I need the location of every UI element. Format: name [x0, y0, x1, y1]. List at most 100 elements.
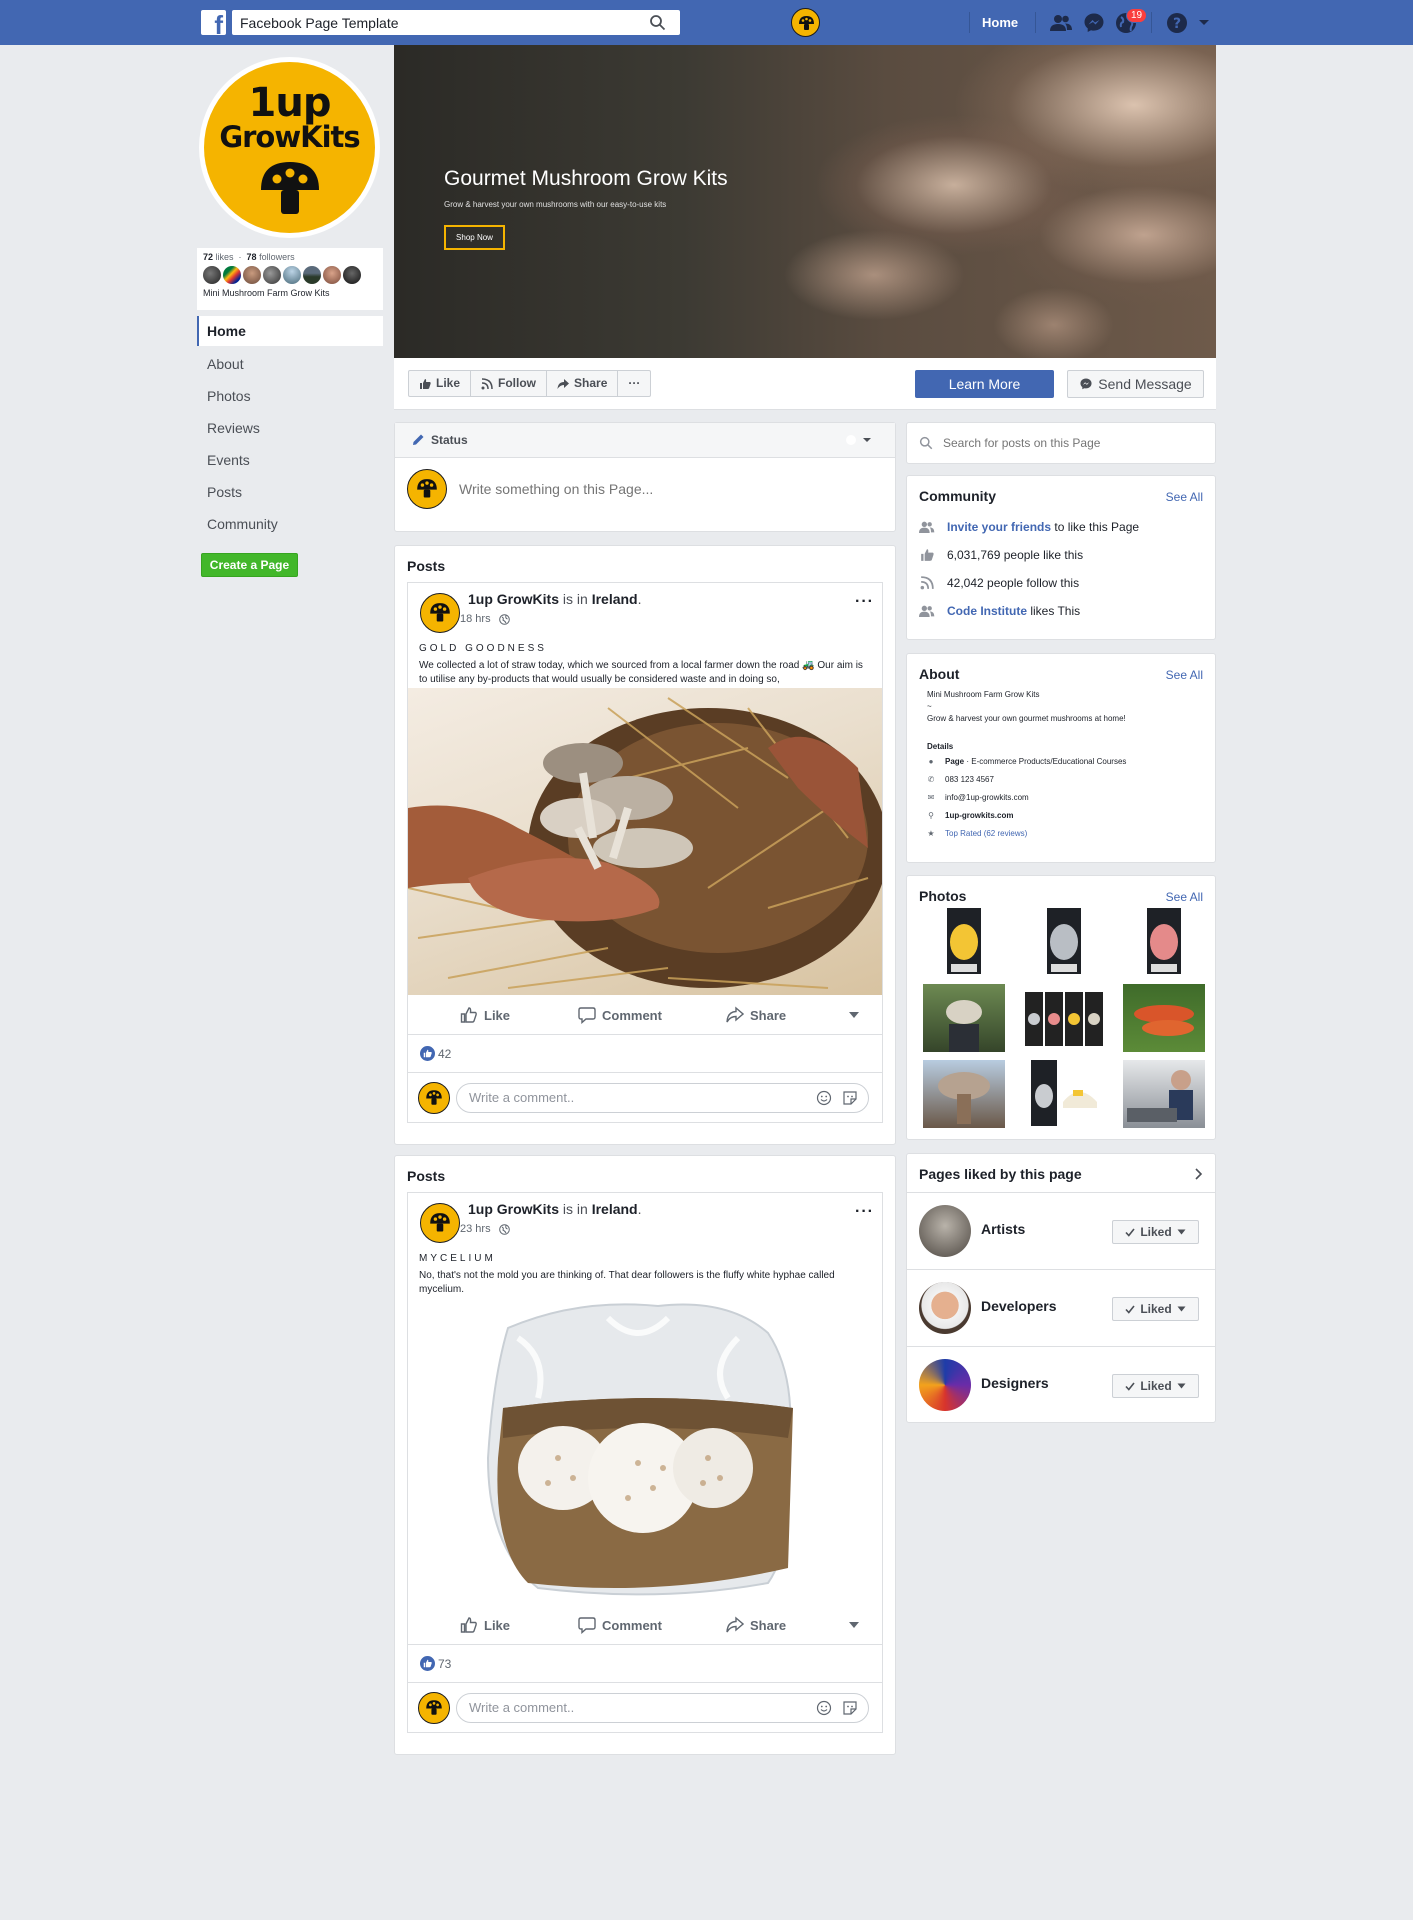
post-author-name[interactable]: 1up GrowKits — [468, 1201, 559, 1217]
photo-thumbnail[interactable] — [923, 908, 1005, 976]
liked-page-avatar[interactable] — [919, 1359, 971, 1411]
post-comment-button[interactable]: Comment — [578, 1006, 662, 1024]
page-more-button[interactable]: ··· — [618, 371, 650, 396]
post-author-name[interactable]: 1up GrowKits — [468, 591, 559, 607]
about-rating[interactable]: Top Rated (62 reviews) — [945, 829, 1027, 838]
nav-item-community[interactable]: Community — [197, 508, 383, 540]
liked-page-avatar[interactable] — [919, 1205, 971, 1257]
friend-link[interactable]: Code Institute — [947, 604, 1027, 618]
post-location[interactable]: Ireland — [592, 591, 638, 607]
post-author-avatar[interactable] — [420, 593, 460, 633]
post-like-button[interactable]: Like — [460, 1616, 510, 1634]
page-share-button[interactable]: Share — [547, 371, 619, 396]
chevron-down-icon[interactable] — [1198, 12, 1210, 32]
nav-item-events[interactable]: Events — [197, 444, 383, 476]
post-like-button[interactable]: Like — [460, 1006, 510, 1024]
liked-page-row: Artists Liked — [907, 1192, 1215, 1268]
liked-button[interactable]: Liked — [1112, 1297, 1199, 1321]
chevron-down-icon[interactable] — [848, 1621, 860, 1629]
cover-photo[interactable]: Gourmet Mushroom Grow Kits Grow & harves… — [394, 45, 1216, 358]
global-search-input[interactable] — [232, 10, 632, 35]
post-location[interactable]: Ireland — [592, 1201, 638, 1217]
comment-input[interactable]: Write a comment.. — [456, 1082, 869, 1113]
post-share-button[interactable]: Share — [726, 1006, 786, 1024]
friends-icon[interactable] — [1049, 11, 1073, 35]
nav-item-reviews[interactable]: Reviews — [197, 412, 383, 444]
shop-now-button[interactable]: Shop Now — [444, 225, 505, 250]
post-share-button[interactable]: Share — [726, 1616, 786, 1634]
status-input[interactable] — [459, 481, 859, 497]
messenger-icon — [1080, 378, 1092, 390]
profile-picture[interactable]: 1up GrowKits — [199, 57, 380, 238]
help-icon[interactable]: ? — [1165, 11, 1189, 35]
page-follow-button[interactable]: Follow — [471, 371, 548, 396]
community-see-all-link[interactable]: See All — [1166, 490, 1203, 504]
post-image-straw-mushrooms[interactable] — [408, 688, 882, 995]
about-see-all-link[interactable]: See All — [1166, 668, 1203, 682]
page-post-search-input[interactable] — [943, 436, 1193, 450]
send-message-button[interactable]: Send Message — [1067, 370, 1204, 398]
invite-friends-link[interactable]: Invite your friends — [947, 520, 1051, 534]
about-email[interactable]: info@1up-growkits.com — [945, 793, 1029, 802]
about-phone[interactable]: 083 123 4567 — [945, 775, 994, 784]
nav-item-home[interactable]: Home — [197, 316, 383, 346]
photo-thumbnail[interactable] — [923, 984, 1005, 1052]
photo-thumbnail[interactable] — [1123, 908, 1205, 976]
create-page-button[interactable]: Create a Page — [201, 553, 298, 577]
photo-thumbnail[interactable] — [1023, 1060, 1105, 1128]
learn-more-button[interactable]: Learn More — [915, 370, 1054, 398]
smiley-icon[interactable] — [816, 1700, 832, 1716]
nav-item-photos[interactable]: Photos — [197, 380, 383, 412]
liked-page-name[interactable]: Developers — [981, 1298, 1056, 1314]
liked-page-avatar[interactable] — [919, 1282, 971, 1334]
liker-avatar[interactable] — [343, 266, 361, 284]
liked-page-name[interactable]: Artists — [981, 1221, 1025, 1237]
liker-avatar[interactable] — [263, 266, 281, 284]
page-avatar[interactable] — [407, 469, 447, 509]
liker-avatar[interactable] — [323, 266, 341, 284]
post-image-mycelium-bag[interactable] — [408, 1298, 882, 1605]
liker-avatar[interactable] — [243, 266, 261, 284]
status-label[interactable]: Status — [431, 433, 468, 447]
liker-avatar[interactable] — [203, 266, 221, 284]
nav-item-about[interactable]: About — [197, 348, 383, 380]
post-timestamp[interactable]: 23 hrs — [460, 1223, 491, 1235]
post-author-avatar[interactable] — [420, 1203, 460, 1243]
facebook-logo-icon[interactable]: f — [201, 10, 226, 35]
photo-thumbnail[interactable] — [923, 1060, 1005, 1128]
pages-liked-title: Pages liked by this page — [919, 1166, 1082, 1182]
post-timestamp[interactable]: 18 hrs — [460, 613, 491, 625]
post-like-count[interactable]: 42 — [438, 1047, 451, 1061]
photo-thumbnail[interactable] — [1123, 984, 1205, 1052]
smiley-icon[interactable] — [816, 1090, 832, 1106]
cover-title: Gourmet Mushroom Grow Kits — [444, 167, 728, 190]
sticker-icon[interactable] — [842, 1090, 858, 1106]
search-icon[interactable] — [649, 14, 666, 31]
chevron-right-icon[interactable] — [1195, 1168, 1203, 1180]
post-options-button[interactable]: ··· — [855, 1203, 874, 1221]
nav-item-posts[interactable]: Posts — [197, 476, 383, 508]
liker-avatar[interactable] — [283, 266, 301, 284]
comment-input[interactable]: Write a comment.. — [456, 1692, 869, 1723]
post-comment-button[interactable]: Comment — [578, 1616, 662, 1634]
home-link[interactable]: Home — [982, 15, 1018, 30]
messenger-icon[interactable] — [1082, 11, 1106, 35]
chevron-down-icon[interactable] — [848, 1011, 860, 1019]
about-website[interactable]: 1up-growkits.com — [945, 811, 1013, 820]
liked-button[interactable]: Liked — [1112, 1220, 1199, 1244]
status-dropdown[interactable] — [845, 433, 875, 447]
liker-avatar[interactable] — [303, 266, 321, 284]
liked-page-name[interactable]: Designers — [981, 1375, 1049, 1391]
page-logo-icon[interactable] — [791, 8, 820, 37]
liked-button[interactable]: Liked — [1112, 1374, 1199, 1398]
post-like-count[interactable]: 73 — [438, 1657, 451, 1671]
photo-thumbnail[interactable] — [1123, 1060, 1205, 1128]
photos-see-all-link[interactable]: See All — [1166, 890, 1203, 904]
sticker-icon[interactable] — [842, 1700, 858, 1716]
liker-avatar[interactable] — [223, 266, 241, 284]
page-like-button[interactable]: Like — [409, 371, 472, 396]
comment-icon — [578, 1617, 596, 1634]
photo-thumbnail[interactable] — [1023, 908, 1105, 976]
post-options-button[interactable]: ··· — [855, 593, 874, 611]
photo-thumbnail[interactable] — [1023, 984, 1105, 1052]
